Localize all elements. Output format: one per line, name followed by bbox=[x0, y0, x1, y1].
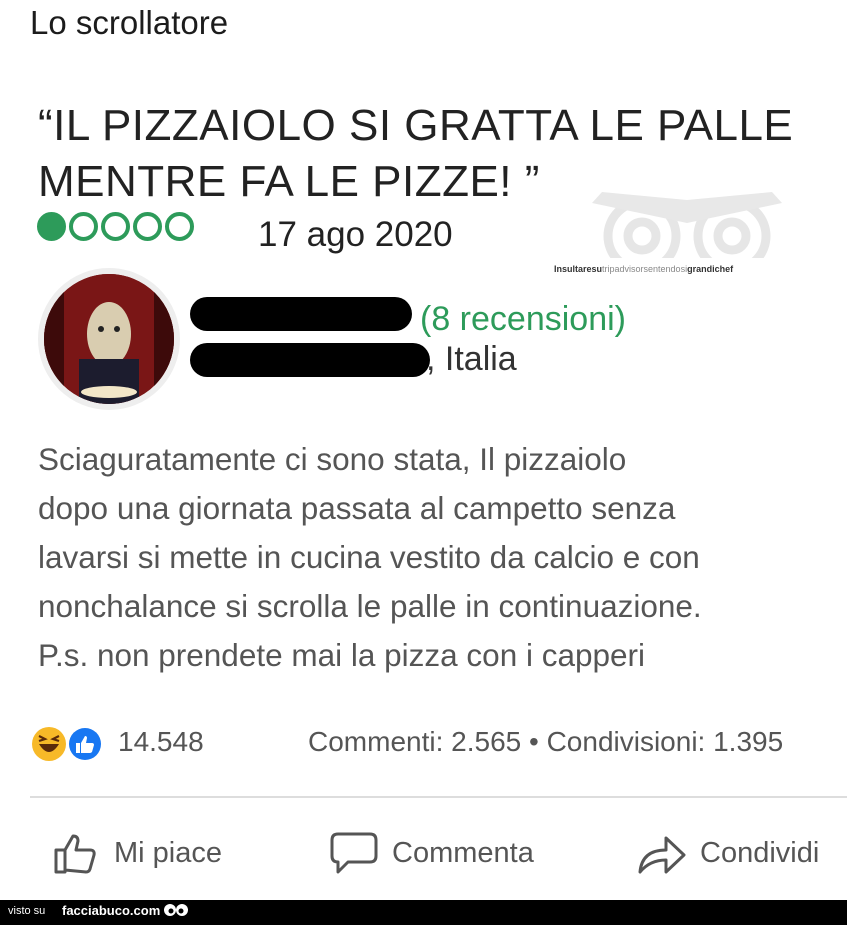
like-label: Mi piace bbox=[114, 836, 222, 869]
reaction-count[interactable]: 14.548 bbox=[118, 726, 204, 758]
share-arrow-icon bbox=[638, 836, 686, 874]
review-count-link[interactable]: (8 recensioni) bbox=[420, 300, 626, 339]
review-body: Sciaguratamente ci sono stata, Il pizzai… bbox=[38, 435, 847, 680]
review-body-line: P.s. non prendete mai la pizza con i cap… bbox=[38, 637, 646, 673]
share-button[interactable]: Condividi bbox=[636, 830, 819, 876]
reviewer-avatar[interactable] bbox=[38, 268, 180, 410]
tripadvisor-owl-watermark bbox=[592, 192, 782, 258]
comment-label: Commenta bbox=[392, 836, 534, 869]
share-label: Condividi bbox=[700, 836, 820, 869]
reactions-icons[interactable] bbox=[30, 724, 110, 764]
rating-bubbles bbox=[37, 212, 194, 241]
post-author[interactable]: Lo scrollatore bbox=[30, 4, 228, 42]
redacted-reviewer-location bbox=[190, 343, 430, 377]
review-body-line: nonchalance si scrolla le palle in conti… bbox=[38, 588, 702, 624]
footer-bar: visto su facciabuco.com bbox=[0, 900, 847, 925]
review-body-line: Sciaguratamente ci sono stata, Il pizzai… bbox=[38, 441, 627, 477]
review-date: 17 ago 2020 bbox=[258, 215, 453, 254]
review-title-line1: “IL PIZZAIOLO SI GRATTA LE PALLE bbox=[38, 101, 794, 150]
footer-site-link[interactable]: facciabuco.com bbox=[62, 903, 160, 918]
thumbs-up-icon bbox=[54, 834, 96, 874]
review-body-line: lavarsi si mette in cucina vestito da ca… bbox=[38, 539, 700, 575]
reviewer-country: , Italia bbox=[426, 340, 517, 378]
review-body-line: dopo una giornata passata al campetto se… bbox=[38, 490, 676, 526]
haha-reaction-icon bbox=[32, 727, 66, 761]
comments-shares-count[interactable]: Commenti: 2.565 • Condivisioni: 1.395 bbox=[308, 726, 783, 758]
comment-bubble-icon bbox=[330, 832, 378, 874]
rating-bubble-empty bbox=[133, 212, 162, 241]
rating-bubble-empty bbox=[69, 212, 98, 241]
watermark-caption: Insultaresutripadvisorsentendosigrandich… bbox=[554, 264, 734, 274]
rating-bubble-empty bbox=[165, 212, 194, 241]
comment-button[interactable]: Commenta bbox=[328, 830, 534, 876]
like-button[interactable]: Mi piace bbox=[52, 830, 222, 876]
eyes-icon bbox=[164, 904, 188, 916]
rating-bubble-empty bbox=[101, 212, 130, 241]
rating-bubble-filled bbox=[37, 212, 66, 241]
review-title-line2: MENTRE FA LE PIZZE! ” bbox=[38, 157, 540, 206]
like-reaction-icon bbox=[67, 726, 103, 762]
divider bbox=[30, 796, 847, 798]
redacted-reviewer-name bbox=[190, 297, 412, 331]
footer-prefix: visto su bbox=[8, 905, 46, 917]
